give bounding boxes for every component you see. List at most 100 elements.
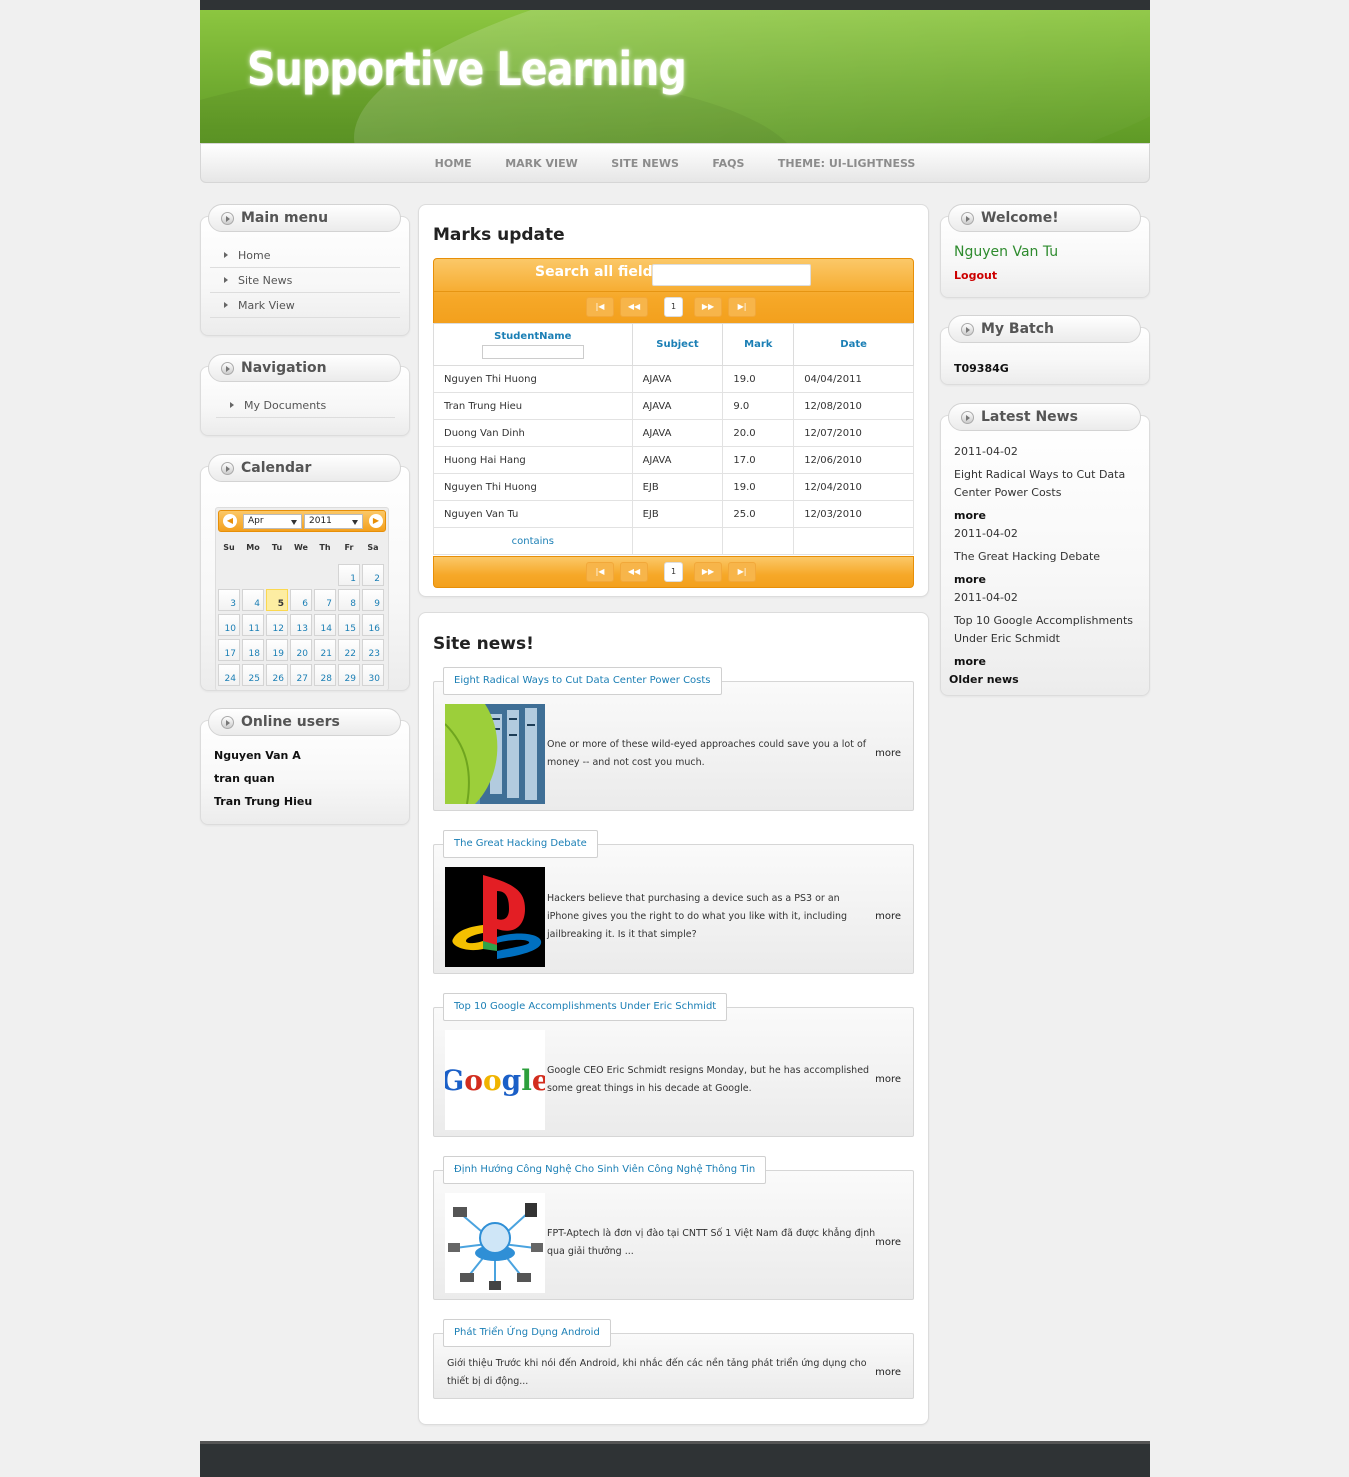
year-select[interactable]: 2011 <box>304 514 363 529</box>
next-page-icon[interactable]: ▶▶ <box>694 562 722 582</box>
calendar-day[interactable]: 14 <box>314 614 336 636</box>
prev-page-icon[interactable]: ◀◀ <box>620 297 648 317</box>
online-user[interactable]: Tran Trung Hieu <box>214 795 312 808</box>
news-title-link[interactable]: Định Hướng Công Nghệ Cho Sinh Viên Công … <box>443 1156 767 1184</box>
news-more-link[interactable]: more <box>875 1367 901 1378</box>
cell-date: 12/07/2010 <box>793 419 914 447</box>
weekday-label: Mo <box>246 543 260 552</box>
first-page-icon[interactable]: |◀ <box>586 297 614 317</box>
calendar-day[interactable]: 13 <box>290 614 312 636</box>
col-subject[interactable]: Subject <box>631 323 724 366</box>
calendar-day[interactable]: 28 <box>314 664 336 686</box>
calendar-day[interactable]: 26 <box>266 664 288 686</box>
nav-home[interactable]: HOME <box>435 144 472 184</box>
online-user[interactable]: Nguyen Van A <box>214 749 301 762</box>
latest-news-more[interactable]: more <box>954 655 986 668</box>
calendar-day[interactable]: 15 <box>338 614 360 636</box>
logout-link[interactable]: Logout <box>954 269 997 282</box>
latest-news-more[interactable]: more <box>954 573 986 586</box>
calendar-day[interactable]: 12 <box>266 614 288 636</box>
news-title-link[interactable]: Eight Radical Ways to Cut Data Center Po… <box>443 667 722 695</box>
month-select[interactable]: Apr <box>243 514 302 529</box>
latest-news-more[interactable]: more <box>954 509 986 522</box>
news-more-link[interactable]: more <box>875 911 901 922</box>
calendar-day[interactable]: 21 <box>314 639 336 661</box>
calendar-day[interactable]: 3 <box>218 589 240 611</box>
calendar-day[interactable]: 27 <box>290 664 312 686</box>
col-date[interactable]: Date <box>793 323 914 366</box>
calendar-day[interactable]: 22 <box>338 639 360 661</box>
calendar-day[interactable]: 4 <box>242 589 264 611</box>
calendar-day[interactable]: 17 <box>218 639 240 661</box>
nav-mark-view[interactable]: MARK VIEW <box>505 144 578 184</box>
news-title-link[interactable]: Phát Triển Ứng Dụng Android <box>443 1319 611 1347</box>
calendar-day[interactable]: 1 <box>338 564 360 586</box>
calendar-day[interactable]: 30 <box>362 664 384 686</box>
calendar-day[interactable]: 6 <box>290 589 312 611</box>
news-title-link[interactable]: The Great Hacking Debate <box>443 830 598 858</box>
calendar-day[interactable]: 8 <box>338 589 360 611</box>
calendar-day[interactable]: 7 <box>314 589 336 611</box>
news-card: One or more of these wild-eyed approache… <box>433 681 914 811</box>
news-more-link[interactable]: more <box>875 1237 901 1248</box>
older-news-link[interactable]: Older news <box>949 673 1019 686</box>
calendar-day[interactable]: 18 <box>242 639 264 661</box>
nav-site-news[interactable]: SITE NEWS <box>611 144 679 184</box>
col-mark[interactable]: Mark <box>722 323 795 366</box>
bullet-arrow-icon <box>221 462 234 475</box>
prev-month-icon[interactable]: ◀ <box>223 514 237 528</box>
prev-page-icon[interactable]: ◀◀ <box>620 562 648 582</box>
weekday-label: Th <box>319 543 331 552</box>
latest-news-link[interactable]: Top 10 Google Accomplishments Under Eric… <box>954 612 1134 648</box>
calendar-day[interactable]: 29 <box>338 664 360 686</box>
filter-operator[interactable]: contains <box>433 527 633 555</box>
calendar-day[interactable]: 20 <box>290 639 312 661</box>
nav-faqs[interactable]: FAQS <box>712 144 744 184</box>
calendar-day[interactable]: 16 <box>362 614 384 636</box>
search-all-input[interactable] <box>652 264 811 286</box>
nav-theme[interactable]: THEME: UI-LIGHTNESS <box>778 144 915 184</box>
news-title-link[interactable]: Top 10 Google Accomplishments Under Eric… <box>443 993 728 1021</box>
menu-item-site-news[interactable]: Site News <box>210 268 400 293</box>
calendar-day[interactable]: 9 <box>362 589 384 611</box>
next-page-icon[interactable]: ▶▶ <box>694 297 722 317</box>
calendar-day[interactable]: 25 <box>242 664 264 686</box>
calendar-title: Calendar <box>241 460 312 476</box>
grid-toolbar: Search all fields: |◀ ◀◀ 1 ▶▶ ▶| <box>433 258 914 324</box>
menu-item-my-documents[interactable]: My Documents <box>216 393 395 418</box>
col-student-name[interactable]: StudentName <box>433 323 633 366</box>
calendar-day[interactable]: 2 <box>362 564 384 586</box>
first-page-icon[interactable]: |◀ <box>586 562 614 582</box>
news-more-link[interactable]: more <box>875 1074 901 1085</box>
table-row[interactable]: Huong Hai Hang AJAVA 17.0 12/06/2010 <box>433 446 914 474</box>
leaf-server-image <box>445 704 545 804</box>
table-row[interactable]: Nguyen Thi Huong AJAVA 19.0 04/04/2011 <box>433 365 914 393</box>
calendar-day[interactable]: 23 <box>362 639 384 661</box>
news-more-link[interactable]: more <box>875 748 901 759</box>
menu-item-mark-view[interactable]: Mark View <box>210 293 400 318</box>
next-month-icon[interactable]: ▶ <box>369 514 383 528</box>
site-banner: Supportive Learning <box>200 10 1150 143</box>
table-row[interactable]: Nguyen Van Tu EJB 25.0 12/03/2010 <box>433 500 914 528</box>
page-number[interactable]: 1 <box>664 562 683 582</box>
menu-item-home[interactable]: Home <box>210 243 400 268</box>
calendar-day[interactable]: 24 <box>218 664 240 686</box>
calendar-day[interactable]: 11 <box>242 614 264 636</box>
table-row[interactable]: Duong Van Dinh AJAVA 20.0 12/07/2010 <box>433 419 914 447</box>
table-row[interactable]: Nguyen Thi Huong EJB 19.0 12/04/2010 <box>433 473 914 501</box>
page-number[interactable]: 1 <box>664 297 683 317</box>
navigation-title: Navigation <box>241 360 327 376</box>
online-user[interactable]: tran quan <box>214 772 275 785</box>
last-page-icon[interactable]: ▶| <box>728 297 756 317</box>
calendar-day[interactable]: 19 <box>266 639 288 661</box>
table-row[interactable]: Tran Trung Hieu AJAVA 9.0 12/08/2010 <box>433 392 914 420</box>
latest-news-link[interactable]: Eight Radical Ways to Cut Data Center Po… <box>954 466 1134 502</box>
cell-subject: AJAVA <box>631 392 724 420</box>
last-page-icon[interactable]: ▶| <box>728 562 756 582</box>
cell-subject: AJAVA <box>631 365 724 393</box>
latest-news-link[interactable]: The Great Hacking Debate <box>954 548 1134 566</box>
calendar-day[interactable]: 10 <box>218 614 240 636</box>
welcome-user-name[interactable]: Nguyen Van Tu <box>954 244 1058 260</box>
calendar-day-today[interactable]: 5 <box>266 589 288 611</box>
student-name-filter-input[interactable] <box>481 344 584 359</box>
